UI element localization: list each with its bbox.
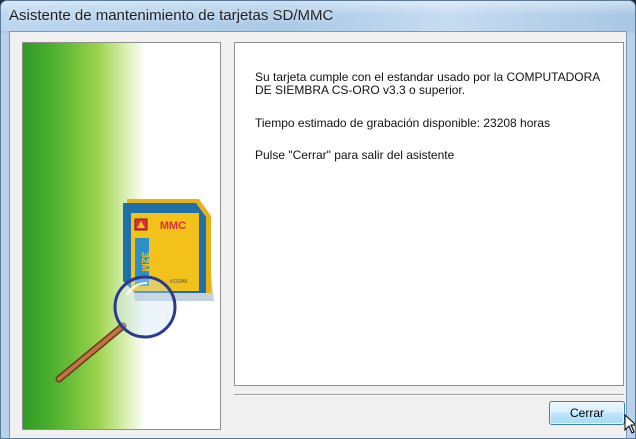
- close-button[interactable]: Cerrar: [549, 401, 625, 425]
- wizard-side-panel: MMC 32M KODAK: [22, 42, 221, 430]
- recording-time-message: Tiempo estimado de grabación disponible:…: [255, 116, 551, 130]
- title-bar[interactable]: Asistente de mantenimiento de tarjetas S…: [1, 1, 635, 31]
- mouse-pointer-icon: [624, 414, 635, 434]
- card-capacity-label: 32M: [139, 252, 150, 271]
- close-instruction-message: Pulse "Cerrar" para salir del asistente: [255, 148, 455, 162]
- card-maker-label: KODAK: [170, 279, 188, 285]
- wizard-window: Asistente de mantenimiento de tarjetas S…: [0, 0, 636, 439]
- wizard-content-panel: Su tarjeta cumple con el estandar usado …: [234, 42, 624, 386]
- card-brand-label: MMC: [160, 220, 186, 232]
- compatibility-message: Su tarjeta cumple con el estandar usado …: [255, 70, 600, 97]
- window-title: Asistente de mantenimiento de tarjetas S…: [9, 7, 334, 24]
- footer-separator: [234, 394, 624, 396]
- client-area: MMC 32M KODAK Su tarjeta cumple con el e…: [9, 31, 635, 438]
- sd-card-magnifier-illustration: MMC 32M KODAK: [55, 199, 214, 383]
